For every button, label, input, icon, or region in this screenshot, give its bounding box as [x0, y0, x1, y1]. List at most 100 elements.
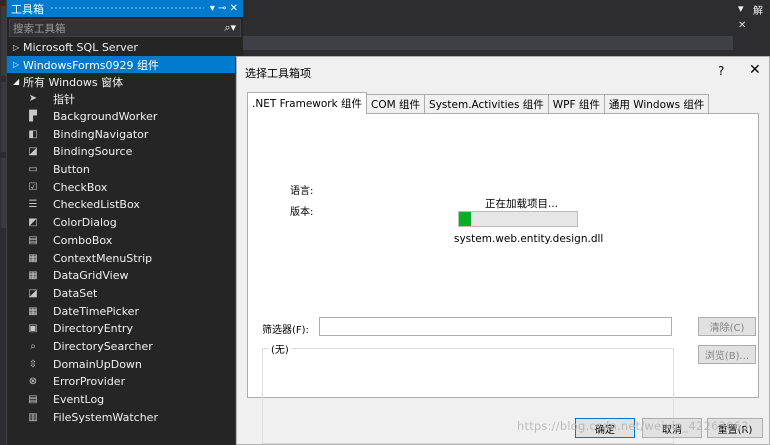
toolbox-item[interactable]: ⇳ DomainUpDown — [7, 355, 243, 373]
toolbox-item-label: ColorDialog — [53, 216, 117, 230]
toolbox-item[interactable]: ⊗ ErrorProvider — [7, 373, 243, 391]
collapsed-triangle-icon: ▷ — [13, 43, 20, 52]
toolbox-group[interactable]: ▷ WindowsForms0929 组件 — [7, 56, 243, 73]
toolbox-item-label: DirectoryEntry — [53, 322, 133, 336]
toolbox-item[interactable]: ◩ ColorDialog — [7, 214, 243, 232]
file-system-watcher-icon: ▥ — [28, 411, 38, 423]
toolbox-item[interactable]: ▛ BackgroundWorker — [7, 108, 243, 126]
toolbox-group-label: WindowsForms0929 组件 — [23, 58, 160, 72]
editor-tab-area — [243, 0, 733, 36]
directory-entry-icon: ▣ — [28, 323, 38, 335]
tab-4[interactable]: 通用 Windows 组件 — [603, 94, 710, 114]
close-icon[interactable]: ✕ — [749, 62, 761, 78]
toolbox-item[interactable]: ▦ DateTimePicker — [7, 302, 243, 320]
button-icon: ▭ — [28, 164, 38, 176]
help-icon[interactable]: ? — [718, 64, 724, 78]
directory-searcher-icon: ⌕ — [30, 340, 36, 352]
tab-2[interactable]: System.Activities 组件 — [424, 94, 549, 114]
background-worker-icon: ▛ — [29, 111, 37, 123]
dataset-icon: ◪ — [28, 287, 38, 299]
toolbox-item[interactable]: ☑ CheckBox — [7, 178, 243, 196]
search-placeholder: 搜索工具箱 — [13, 22, 66, 35]
dialog-title: 选择工具箱项 — [245, 67, 311, 80]
close-icon[interactable]: ✕ — [738, 20, 746, 31]
checkbox-icon: ☑ — [28, 181, 38, 193]
toolbox-item[interactable]: ◪ DataSet — [7, 285, 243, 303]
toolbox-item[interactable]: ◧ BindingNavigator — [7, 125, 243, 143]
title-grip — [50, 6, 204, 11]
toolbox-item[interactable]: ◪ BindingSource — [7, 143, 243, 161]
combobox-icon: ▤ — [28, 234, 38, 246]
toolbox-panel: 工具箱 ▾ ⊸ ✕ 搜索工具箱 ⌕▾ ▷ Microsoft SQL Server… — [7, 0, 243, 445]
collapsed-triangle-icon: ▷ — [13, 60, 20, 69]
editor-toolbar — [243, 36, 733, 50]
toolbox-item[interactable]: ▦ ContextMenuStrip — [7, 249, 243, 267]
toolbox-item[interactable]: ➤ 指针 — [7, 90, 243, 108]
color-dialog-icon: ◩ — [28, 217, 38, 229]
toolbox-item[interactable]: ▦ DataGridView — [7, 267, 243, 285]
toolbox-item-label: DomainUpDown — [53, 357, 142, 371]
pointer-icon: ➤ — [28, 93, 38, 105]
progress-fill — [459, 212, 471, 226]
loading-status: 正在加载项目... — [485, 198, 559, 210]
binding-source-icon: ◪ — [28, 146, 38, 158]
toolbox-item-label: BackgroundWorker — [53, 110, 158, 124]
version-label: 版本: — [290, 207, 314, 218]
tab-3[interactable]: WPF 组件 — [547, 94, 605, 114]
toolbox-item-label: DateTimePicker — [53, 304, 139, 318]
toolbox-item[interactable]: ▥ FileSystemWatcher — [7, 408, 243, 426]
tab-strip: .NET Framework 组件 COM 组件 System.Activities… — [247, 92, 710, 114]
toolbox-item-label: EventLog — [53, 393, 105, 407]
toolbox-title-bar[interactable]: 工具箱 ▾ ⊸ ✕ — [7, 0, 243, 17]
browse-button[interactable]: 浏览(B)... — [698, 345, 756, 364]
toolbox-item-label: ContextMenuStrip — [53, 251, 153, 265]
toolbox-item-label: ComboBox — [53, 233, 113, 247]
domain-up-down-icon: ⇳ — [28, 358, 38, 370]
tab-1[interactable]: COM 组件 — [366, 94, 426, 114]
toolbox-item[interactable]: ⌕ DirectorySearcher — [7, 338, 243, 356]
panel-controls-icon[interactable]: ▾ ⊸ ✕ — [210, 3, 238, 14]
toolbox-item-label: DirectorySearcher — [53, 339, 153, 353]
language-label: 语言: — [290, 186, 314, 197]
toolbox-item-label: CheckedListBox — [53, 198, 140, 212]
search-icon[interactable]: ⌕▾ — [224, 21, 236, 35]
toolbox-item-label: CheckBox — [53, 180, 108, 194]
toolbox-item-label: BindingNavigator — [53, 127, 149, 141]
toolbox-group[interactable]: ▷ Microsoft SQL Server — [7, 39, 243, 56]
error-provider-icon: ⊗ — [28, 376, 38, 388]
toolbox-item[interactable]: ▤ ComboBox — [7, 232, 243, 250]
toolbox-item-label: DataSet — [53, 286, 98, 300]
toolbox-item-label: Button — [53, 163, 90, 177]
toolbox-item[interactable]: ▤ EventLog — [7, 391, 243, 409]
toolbox-group-label: Microsoft SQL Server — [23, 41, 138, 54]
toolbox-group[interactable]: ◢ 所有 Windows 窗体 — [7, 73, 243, 90]
left-side-tab-strip[interactable] — [0, 0, 7, 445]
reset-button[interactable]: 重置(R) — [707, 418, 763, 438]
toolbox-title: 工具箱 — [11, 2, 44, 16]
cancel-button[interactable]: 取消 — [642, 418, 702, 438]
tab-0[interactable]: .NET Framework 组件 — [247, 92, 368, 114]
toolbox-item[interactable]: ☰ CheckedListBox — [7, 196, 243, 214]
checked-listbox-icon: ☰ — [28, 199, 38, 211]
context-menu-strip-icon: ▦ — [28, 252, 38, 264]
date-time-picker-icon: ▦ — [28, 305, 38, 317]
toolbox-item-label: BindingSource — [53, 145, 133, 159]
filter-input[interactable] — [319, 317, 672, 336]
loading-progress-bar — [458, 211, 578, 227]
current-file-label: system.web.entity.design.dll — [454, 233, 604, 245]
expanded-triangle-icon: ◢ — [13, 77, 20, 86]
solution-explorer-title[interactable]: 解 — [753, 2, 763, 17]
ok-button[interactable]: 确定 — [575, 418, 635, 438]
clear-button[interactable]: 清除(C) — [698, 317, 756, 336]
toolbox-item[interactable]: ▭ Button — [7, 161, 243, 179]
data-grid-view-icon: ▦ — [28, 270, 38, 282]
toolbox-item[interactable]: ▣ DirectoryEntry — [7, 320, 243, 338]
panel-dropdown-icon[interactable]: ▾ — [738, 2, 744, 15]
toolbox-group-label: 所有 Windows 窗体 — [23, 75, 124, 89]
toolbox-item-label: FileSystemWatcher — [53, 410, 158, 424]
info-legend: (无) — [269, 341, 291, 356]
binding-navigator-icon: ◧ — [28, 128, 38, 140]
toolbox-search-input[interactable]: 搜索工具箱 ⌕▾ — [9, 19, 241, 37]
choose-toolbox-items-dialog: 选择工具箱项 ? ✕ .NET Framework 组件 COM 组件 System… — [236, 56, 770, 445]
filter-label: 筛选器(F): — [262, 325, 309, 336]
